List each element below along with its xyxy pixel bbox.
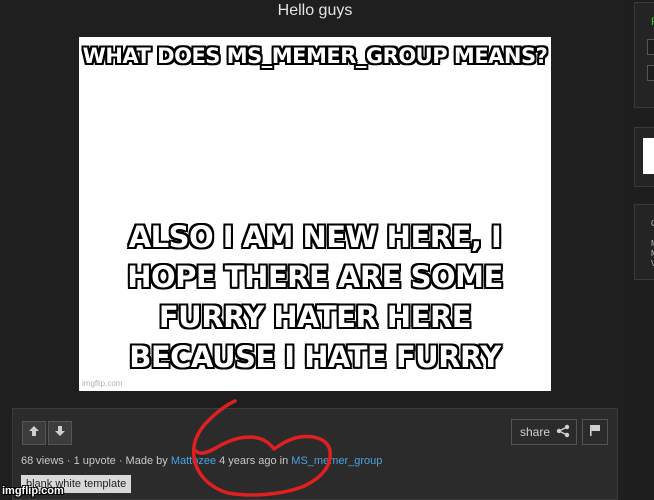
author-link[interactable]: Mattozee [171, 455, 216, 467]
sidebar-input-1[interactable] [647, 39, 654, 55]
sidebar-panel-middle [634, 127, 654, 187]
share-icon [556, 424, 570, 441]
post-action-panel: share 68 views · 1 upvote · Made by Matt… [12, 408, 618, 500]
flag-icon [589, 423, 601, 441]
upvote-count: 1 upvote [73, 455, 116, 467]
meme-top-text: WHAT DOES MS_MEMER_GROUP MEANS? [82, 44, 548, 68]
meme-bottom-text: ALSO I AM NEW HERE, I HOPE THERE ARE SOM… [127, 220, 503, 374]
meme-watermark: imgflip.com [82, 379, 123, 388]
post-meta: 68 views · 1 upvote · Made by Mattozee 4… [21, 455, 382, 467]
view-count: 68 views [21, 455, 64, 467]
sidebar-panel-bottom: C M M V [634, 204, 654, 280]
main-column: Hello guys WHAT DOES MS_MEMER_GROUP MEAN… [0, 0, 626, 500]
made-by-label: · Made by [115, 455, 171, 467]
meta-separator: · [63, 455, 74, 467]
arrow-up-icon [28, 424, 40, 442]
stream-link[interactable]: MS_memer_group [291, 455, 382, 467]
footer-watermark: imgflip.com [2, 485, 64, 497]
upvote-button[interactable] [22, 421, 46, 445]
post-title: Hello guys [277, 2, 353, 19]
sidebar-image[interactable] [643, 138, 654, 174]
vote-group [22, 421, 72, 445]
downvote-button[interactable] [48, 421, 72, 445]
share-button[interactable]: share [511, 419, 578, 445]
sidebar-input-2[interactable] [647, 65, 654, 81]
flag-button[interactable] [582, 419, 608, 445]
arrow-down-icon [54, 424, 66, 442]
meme-image[interactable]: WHAT DOES MS_MEMER_GROUP MEANS? ALSO I A… [79, 37, 551, 391]
sidebar-panel-top: F [634, 2, 654, 108]
share-label: share [520, 425, 551, 439]
post-time: 4 years ago in [216, 455, 292, 467]
